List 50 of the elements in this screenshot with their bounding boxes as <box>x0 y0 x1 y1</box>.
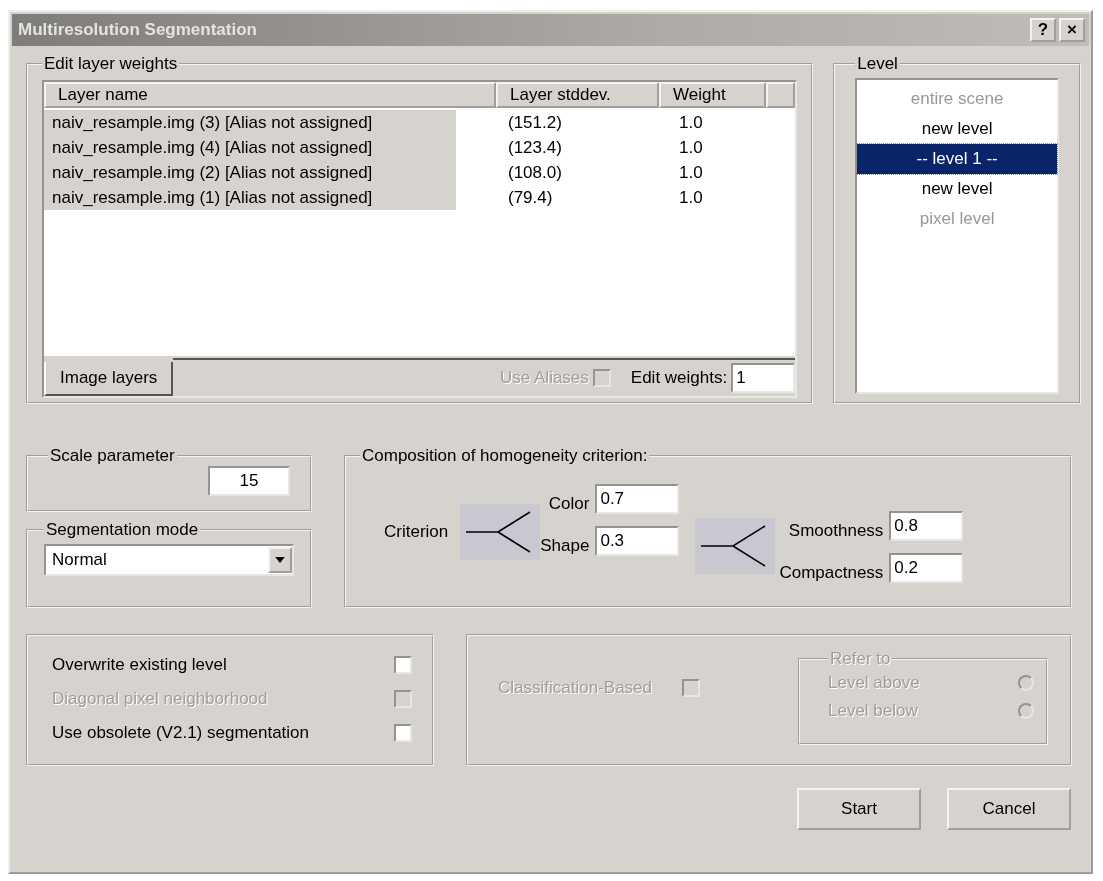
table-cell-text: 1.0 <box>678 137 704 159</box>
tab[interactable]: Image layers <box>44 362 174 396</box>
field-label: Smoothness <box>788 521 884 541</box>
criterion-label: Criterion <box>384 522 449 542</box>
checkbox[interactable] <box>394 724 412 742</box>
field-label: Edit weights: <box>630 368 728 388</box>
table-cell-text: 1.0 <box>678 162 704 184</box>
group-title: Scale parameter <box>49 446 176 466</box>
branch-connector-icon <box>460 504 541 560</box>
weight-field[interactable]: 0.3 <box>595 526 680 556</box>
table-cell[interactable]: naiv_resample.img (2) [Alias not assigned] <box>44 160 456 185</box>
table-cell-text: (123.4) <box>507 137 563 159</box>
table-cell[interactable]: naiv_resample.img (1) [Alias not assigned] <box>44 185 456 210</box>
weight-field[interactable]: 1 <box>731 363 796 393</box>
checkbox-label: Use obsolete (V2.1) segmentation <box>52 723 310 743</box>
list-item: entire scene <box>909 88 1005 110</box>
window-title: Multiresolution Segmentation <box>18 20 257 40</box>
group-title: Level <box>856 54 899 74</box>
start-button[interactable]: Start <box>797 788 921 830</box>
field-label: Color <box>548 494 590 514</box>
table-cell-text: (151.2) <box>507 112 563 134</box>
weight-field[interactable]: 0.2 <box>889 553 964 583</box>
cancel-button[interactable]: Cancel <box>947 788 1071 830</box>
checkbox[interactable] <box>394 656 412 674</box>
list-item[interactable]: -- level 1 -- <box>857 144 1057 174</box>
field-label: Shape <box>540 536 590 556</box>
column-header[interactable]: Layer stddev. <box>496 82 659 108</box>
checkbox-label: Overwrite existing level <box>52 655 227 675</box>
column-header[interactable]: Layer name <box>44 82 496 108</box>
group-title: Edit layer weights <box>43 54 179 74</box>
table-cell[interactable]: naiv_resample.img (3) [Alias not assigned] <box>44 110 456 135</box>
table-cell-text: 1.0 <box>678 112 704 134</box>
list-item[interactable]: new level <box>857 174 1057 204</box>
field-label: Compactness <box>779 563 884 583</box>
mode-dropdown[interactable]: Normal <box>44 544 294 576</box>
table-cell-text: 1.0 <box>678 187 704 209</box>
list-item[interactable]: new level <box>857 114 1057 144</box>
scale-field[interactable]: 15 <box>208 466 290 496</box>
table-cell-text: (79.4) <box>507 187 554 209</box>
weight-field[interactable]: 0.8 <box>889 511 964 541</box>
weight-field[interactable]: 0.7 <box>595 484 680 514</box>
table-cell-text: (108.0) <box>507 162 563 184</box>
list-item: pixel level <box>918 208 996 230</box>
group-title: Composition of homogeneity criterion: <box>361 446 649 466</box>
close-button[interactable]: × <box>1059 18 1085 42</box>
group-title: Segmentation mode <box>45 520 200 540</box>
column-header[interactable]: Weight <box>659 82 766 108</box>
table-cell[interactable]: naiv_resample.img (4) [Alias not assigned] <box>44 135 456 160</box>
branch-connector-icon <box>695 518 776 574</box>
help-button[interactable]: ? <box>1030 18 1056 42</box>
